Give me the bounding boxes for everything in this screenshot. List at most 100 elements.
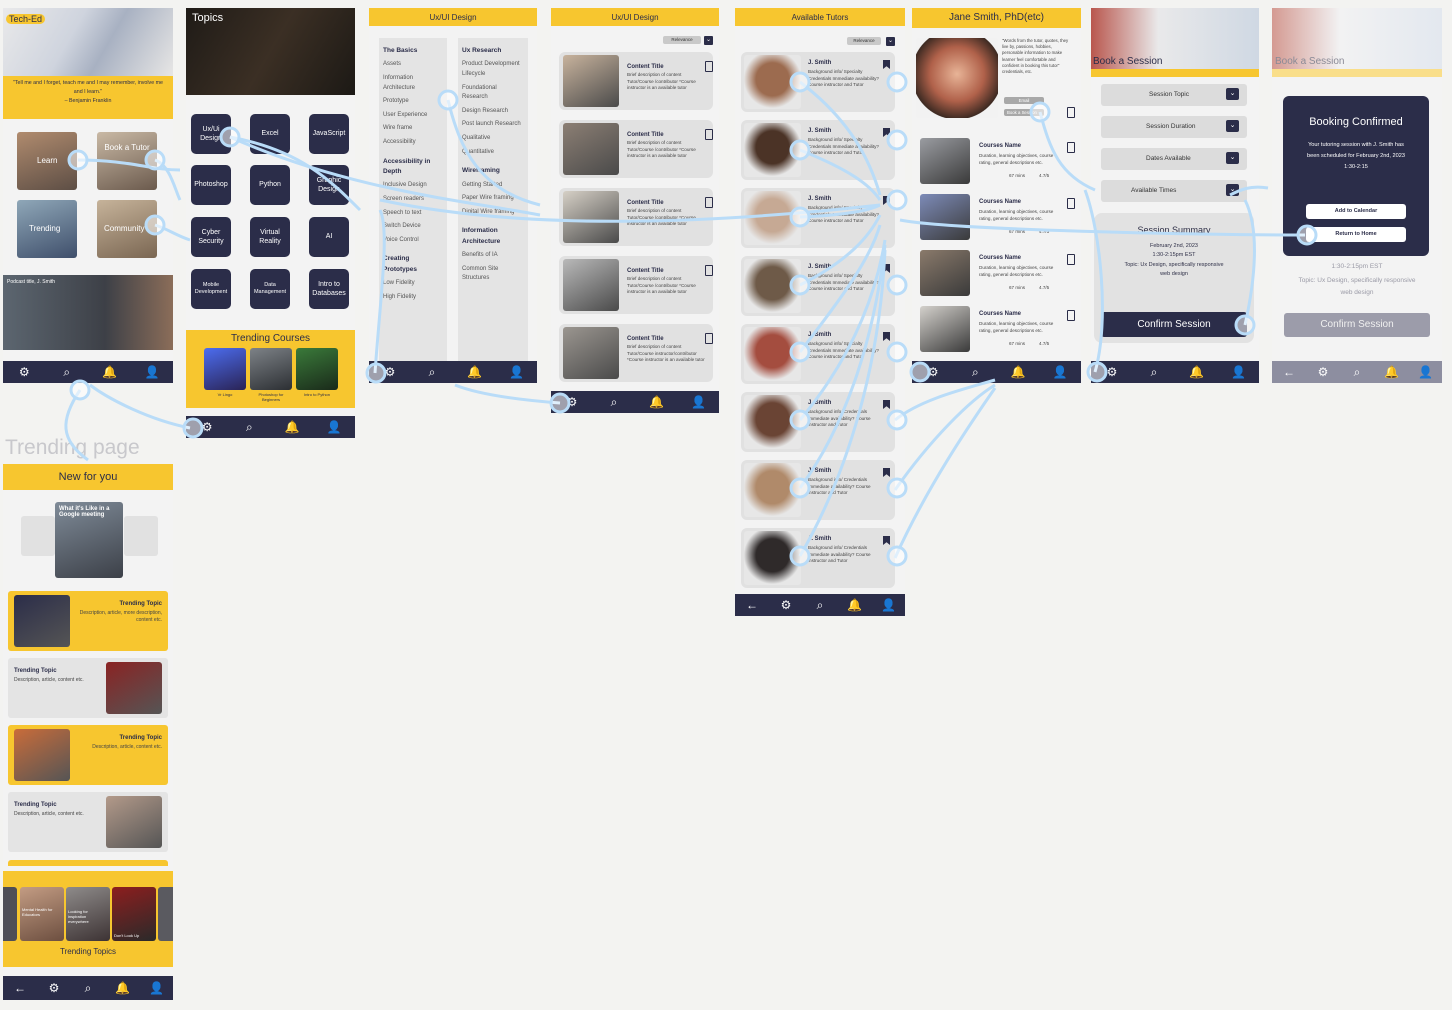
menu-item[interactable]: Accessibility [383,138,443,148]
topic-thumb[interactable] [3,887,17,941]
back-arrow-icon[interactable]: ← [13,981,27,995]
bookmark-icon[interactable] [705,61,713,72]
search-icon[interactable]: ⌕ [242,420,256,435]
menu-item[interactable]: Quantitative [462,148,524,158]
carousel-next[interactable] [124,516,158,556]
topic-virtual-reality[interactable]: Virtual Reality [250,217,290,257]
user-icon[interactable]: 👤 [881,598,896,612]
gear-icon[interactable]: ⚙ [17,365,31,379]
menu-item[interactable]: Design Research [462,107,524,117]
bell-icon[interactable]: 🔔 [102,365,117,379]
menu-item[interactable]: Product Development Lifecycle [462,60,524,79]
menu-item[interactable]: Post launch Research [462,120,524,130]
topic-thumb[interactable] [158,887,173,941]
topic-ai[interactable]: AI [309,217,349,257]
email-button[interactable]: Email [1004,97,1044,104]
menu-item[interactable]: Low Fidelity [383,279,443,289]
content-card[interactable]: Content Title Brief description of conten… [559,324,713,382]
gear-icon[interactable]: ⚙ [47,981,61,995]
tile-book-tutor[interactable]: Book a Tutor [97,132,157,190]
bookmark-icon[interactable] [705,197,713,208]
tutor-card[interactable]: J. Smith Background info/ Credentials Imm… [741,392,895,452]
user-icon[interactable]: 👤 [1418,365,1433,379]
back-arrow-icon[interactable]: ← [745,598,759,612]
bookmark-icon[interactable] [1067,107,1075,118]
back-arrow-icon[interactable]: ← [1282,365,1296,379]
trending-card[interactable]: Trending Topic Description, article, cont… [8,658,168,718]
bell-icon[interactable]: 🔔 [115,981,130,995]
menu-item[interactable]: Prototype [383,97,443,107]
search-icon[interactable]: ⌕ [607,395,621,410]
bookmark-icon[interactable] [1067,142,1075,153]
menu-item[interactable]: Information Architecture [383,74,443,93]
tile-trending[interactable]: Trending [17,200,77,258]
topic-ux-ui-design[interactable]: Ux/Ui Design [191,114,231,154]
gear-icon[interactable]: ⚙ [926,365,940,379]
gear-icon[interactable]: ⚙ [1316,365,1330,379]
bookmark-icon[interactable] [883,536,890,545]
user-icon[interactable]: 👤 [145,365,160,379]
bookmark-icon[interactable] [883,196,890,205]
course-python[interactable] [296,348,338,390]
menu-item[interactable]: Switch Device [383,222,443,232]
gear-icon[interactable]: ⚙ [779,598,793,612]
content-card[interactable]: Content Title Brief description of conten… [559,120,713,178]
bookmark-icon[interactable] [705,333,713,344]
trending-card[interactable]: Trending Topic Description, article, more… [8,591,168,651]
user-icon[interactable]: 👤 [691,395,706,409]
podcast-banner[interactable]: Podcast title, J. Smith [3,275,173,350]
flow-link-handle[interactable] [69,379,91,401]
menu-item[interactable]: Paper Wire framing [462,194,524,204]
tutor-card[interactable]: J. Smith Background info/ Specialty Crede… [741,256,895,316]
add-calendar-button[interactable]: Add to Calendar [1306,204,1406,219]
bookmark-icon[interactable] [705,265,713,276]
bookmark-icon[interactable] [883,264,890,273]
bookmark-icon[interactable] [1067,254,1075,265]
gear-icon[interactable]: ⚙ [565,395,579,409]
gear-icon[interactable]: ⚙ [1105,365,1119,379]
bell-icon[interactable]: 🔔 [1189,365,1204,379]
content-card[interactable]: Content Title Brief description of conten… [559,52,713,110]
topic-photoshop[interactable]: Photoshop [191,165,231,205]
search-icon[interactable]: ⌕ [1147,365,1161,380]
bookmark-icon[interactable] [1067,310,1075,321]
content-card[interactable]: Content Title Brief description of conten… [559,256,713,314]
topic-javascript[interactable]: JavaScript [309,114,349,154]
course-vr-lingo[interactable] [204,348,246,390]
bell-icon[interactable]: 🔔 [467,365,482,379]
topic-python[interactable]: Python [250,165,290,205]
chevron-down-icon[interactable]: ⌄ [704,36,713,45]
tutor-card[interactable]: J. Smith Background info/ Specialty Crede… [741,120,895,180]
dropdown-dates-available[interactable]: Dates Available ⌄ [1101,148,1247,170]
search-icon[interactable]: ⌕ [813,598,827,613]
bookmark-icon[interactable] [883,332,890,341]
menu-item[interactable]: Getting Started [462,181,524,191]
chevron-down-icon[interactable]: ⌄ [886,37,895,46]
user-icon[interactable]: 👤 [509,365,524,379]
confirm-session-button[interactable]: Confirm Session [1101,312,1247,337]
tutor-card[interactable]: J. Smith Background info/ Specialty Crede… [741,324,895,384]
bookmark-icon[interactable] [883,60,890,69]
bell-icon[interactable]: 🔔 [285,420,300,434]
menu-item[interactable]: Qualitative [462,134,524,144]
dropdown-session-duration[interactable]: Session Duration ⌄ [1101,116,1247,138]
topic-mobile-development[interactable]: Mobile Development [191,269,231,309]
bell-icon[interactable]: 🔔 [649,395,664,409]
return-home-button[interactable]: Return to Home [1306,227,1406,242]
menu-item[interactable]: Screen readers [383,195,443,205]
bookmark-icon[interactable] [883,128,890,137]
carousel-prev[interactable] [21,516,55,556]
tutor-card[interactable]: J. Smith Background info/ Credentials Imm… [741,460,895,520]
trending-card[interactable]: Trending Topic Description, article, cont… [8,792,168,852]
tutor-card[interactable]: J. Smith Background info/ Credentials Imm… [741,528,895,588]
tile-community[interactable]: Community [97,200,157,258]
topic-data-management[interactable]: Data Management [250,269,290,309]
topic-intro-databases[interactable]: Intro to Databases [309,269,349,309]
topic-excel[interactable]: Excel [250,114,290,154]
menu-item[interactable]: Speech to text [383,209,443,219]
course-card[interactable]: Courses Name Duration, learning objective… [916,248,1076,298]
topic-thumb[interactable]: Don't Look Up [112,887,156,941]
bookmark-icon[interactable] [883,400,890,409]
tutor-card[interactable]: J. Smith Background info/ Specialty Crede… [741,52,895,112]
menu-item[interactable]: Assets [383,60,443,70]
